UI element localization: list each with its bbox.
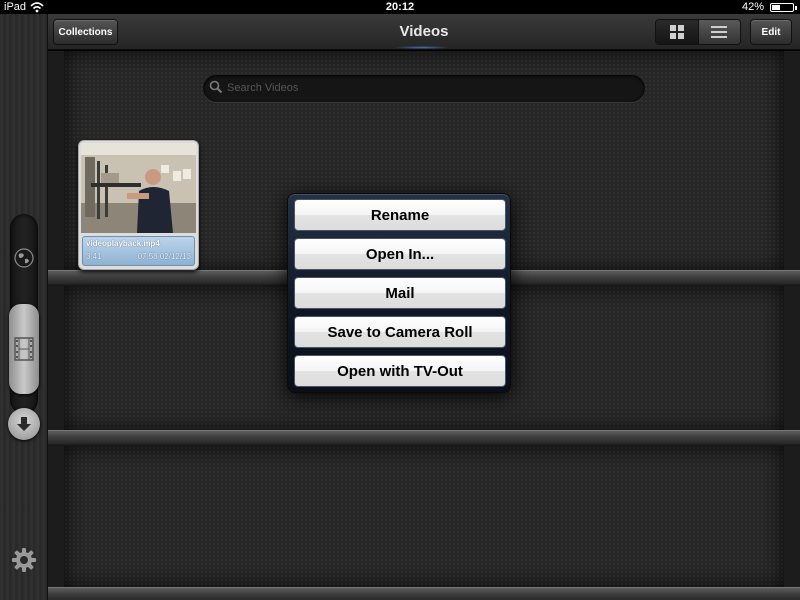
navigation-bar: Collections Videos Edit [48,14,800,50]
shelf-rail [48,587,800,600]
save-to-camera-roll-button[interactable]: Save to Camera Roll [294,316,506,348]
edit-button[interactable]: Edit [750,19,792,45]
shelf-rail [48,430,800,446]
clock: 20:12 [385,1,415,13]
globe-button[interactable] [12,246,36,270]
film-icon [14,337,34,361]
gear-icon [12,548,36,572]
title-glow [394,46,450,49]
sidebar [0,14,48,600]
thumbnail-image [81,143,196,233]
open-with-tv-out-button[interactable]: Open with TV-Out [294,355,506,387]
settings-button[interactable] [10,546,38,574]
list-icon [711,26,728,38]
list-view-button[interactable] [698,20,740,44]
globe-icon [14,248,34,268]
video-tile[interactable]: videoplayback.mp4 3:41 07:58 02/12/13 [78,140,199,270]
open-in-button[interactable]: Open In... [294,238,506,270]
battery-percent: 42% [741,1,764,13]
rename-button[interactable]: Rename [294,199,506,231]
battery-fill [772,5,780,10]
grid-icon [669,25,684,39]
download-icon [17,417,31,431]
search-input[interactable] [227,79,627,97]
video-duration: 3:41 [86,252,102,261]
videos-button[interactable] [9,304,39,394]
video-caption: videoplayback.mp4 3:41 07:58 02/12/13 [82,236,195,266]
search-bar [203,75,645,102]
status-bar: iPad 20:12 42% [0,0,800,14]
mail-button[interactable]: Mail [294,277,506,309]
download-button[interactable] [8,408,40,440]
battery-icon [770,3,797,12]
video-filename: videoplayback.mp4 [86,239,160,248]
video-thumbnail [81,143,196,233]
grid-view-button[interactable] [656,20,699,44]
search-icon [209,80,223,94]
action-menu: Rename Open In... Mail Save to Camera Ro… [287,193,511,393]
view-mode-toggle [655,19,741,45]
video-date: 07:58 02/12/13 [137,252,191,261]
shelf-3 [64,446,784,588]
